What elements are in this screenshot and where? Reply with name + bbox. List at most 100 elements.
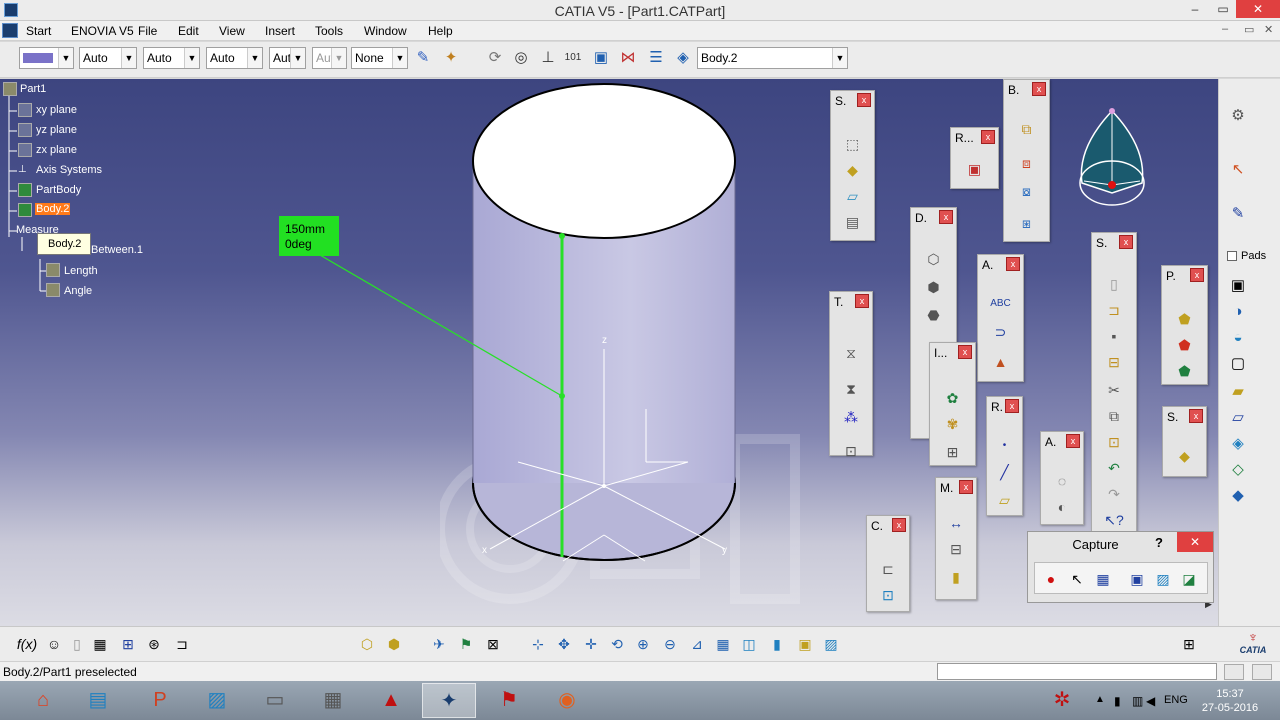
rib-icon[interactable]: ◒: [1227, 327, 1249, 349]
render-mode-icon[interactable]: ▨: [820, 633, 842, 655]
axis-system-icon[interactable]: ⊥: [18, 164, 27, 175]
panel-s3[interactable]: S. x ◆: [1162, 406, 1207, 477]
panel-a1[interactable]: A. x ABC ⊃ ▲: [977, 254, 1024, 382]
refresh-icon[interactable]: ⟳: [484, 47, 506, 69]
plane-icon[interactable]: [18, 143, 32, 157]
menu-view[interactable]: View: [219, 24, 245, 38]
paste-icon[interactable]: ⊡: [1103, 431, 1125, 453]
draft-icon[interactable]: ⬣: [923, 304, 945, 326]
panel-m1[interactable]: M. x ↔ ⊟ ▮: [935, 477, 977, 600]
none-combo[interactable]: None ▼: [351, 47, 408, 69]
surface-icon[interactable]: ◆: [842, 159, 864, 181]
cut-icon[interactable]: ✂: [1103, 379, 1125, 401]
taskbar-calculator[interactable]: ▦: [306, 683, 360, 718]
swap-visible-icon[interactable]: ⬢: [383, 633, 405, 655]
rule-icon[interactable]: ▯: [66, 633, 88, 655]
catia-logo[interactable]: ♆ CATIA: [1230, 629, 1276, 659]
gear-icon[interactable]: ⚙: [1227, 105, 1249, 127]
knowledge-advisor-icon[interactable]: ⊛: [143, 633, 165, 655]
zoom-in-icon[interactable]: ⊕: [632, 633, 654, 655]
length-icon[interactable]: [46, 263, 60, 277]
panel-s1[interactable]: S. x ⬚ ◆ ▱ ▤: [830, 90, 875, 241]
split-icon[interactable]: ◇: [1227, 459, 1249, 481]
restore-button[interactable]: ▭: [1210, 0, 1236, 18]
constraint-defined-icon[interactable]: ⊡: [877, 584, 899, 606]
tree-expand-icon[interactable]: ⊞: [117, 633, 139, 655]
panel-close-button[interactable]: x: [1190, 268, 1204, 282]
rotate-icon[interactable]: ✛: [580, 633, 602, 655]
axis-icon[interactable]: ⊥: [537, 47, 559, 69]
snap-icon[interactable]: ⋈: [617, 47, 639, 69]
panel-r2[interactable]: R. x • ╱ ▱: [986, 396, 1023, 516]
pads-checkbox[interactable]: [1227, 251, 1237, 261]
close-button[interactable]: ✕: [1236, 0, 1280, 18]
workbench-icon[interactable]: ⊞: [1178, 633, 1200, 655]
plane-icon[interactable]: [18, 103, 32, 117]
insert-icon[interactable]: ✿: [942, 387, 964, 409]
pad-icon[interactable]: ▣: [1227, 275, 1249, 297]
fly-icon[interactable]: ✈: [428, 633, 450, 655]
taskbar-photos[interactable]: ▨: [190, 683, 244, 718]
panel-close-button[interactable]: x: [1119, 235, 1133, 249]
mirror-icon[interactable]: ⧗: [840, 378, 862, 400]
orbit-icon[interactable]: ⟲: [606, 633, 628, 655]
doc-close-button[interactable]: ✕: [1264, 23, 1273, 36]
boolean-remove-icon[interactable]: ⧈: [1016, 152, 1038, 174]
plane-icon[interactable]: [18, 123, 32, 137]
tree-item-yz-plane[interactable]: yz plane: [36, 124, 77, 136]
capture-options-icon[interactable]: ▦: [1091, 567, 1115, 591]
command-input[interactable]: [937, 663, 1217, 680]
line-type-combo[interactable]: Auto ▼: [143, 47, 200, 69]
select-icon[interactable]: ↖: [1227, 159, 1249, 181]
thickness-icon[interactable]: ◆: [1227, 485, 1249, 507]
plane-ref-icon[interactable]: ▱: [994, 489, 1016, 511]
doc-restore-button[interactable]: ▭: [1244, 23, 1254, 36]
surface-based-icon[interactable]: ◆: [1174, 445, 1196, 467]
walk-icon[interactable]: ⚑: [455, 633, 477, 655]
panel-close-button[interactable]: x: [959, 480, 973, 494]
panel-b1[interactable]: B. x ⧉ ⧈ ⧇ ⧆: [1003, 79, 1050, 242]
parameter-icon[interactable]: ⊐: [171, 633, 193, 655]
panel-close-button[interactable]: x: [958, 345, 972, 359]
whats-this-icon[interactable]: ↖?: [1103, 509, 1125, 531]
taskbar-acrobat[interactable]: ⚑: [482, 683, 536, 718]
layers-icon[interactable]: ◈: [672, 47, 694, 69]
clock[interactable]: 15:37 27-05-2016: [1200, 687, 1260, 715]
loft-icon[interactable]: ▱: [1227, 407, 1249, 429]
panel-r1[interactable]: R... x ▣: [950, 127, 999, 189]
normal-to-icon[interactable]: ⊿: [686, 633, 708, 655]
hide-show-icon[interactable]: ⬡: [356, 633, 378, 655]
knowledge-icon[interactable]: ☺: [43, 633, 65, 655]
tree-item-between1[interactable]: Between.1: [91, 244, 143, 256]
iso-view-icon[interactable]: ◫: [738, 633, 760, 655]
measure-item-icon[interactable]: ⊟: [945, 538, 967, 560]
doc-minimize-button[interactable]: –: [1222, 23, 1228, 35]
pocket-icon[interactable]: ⬟: [1174, 308, 1196, 330]
solid-combine-icon[interactable]: ◈: [1227, 433, 1249, 455]
slot-icon[interactable]: ▤: [842, 211, 864, 233]
groove-icon[interactable]: ▢: [1227, 353, 1249, 375]
panel-close-button[interactable]: x: [1066, 434, 1080, 448]
select-mode-icon[interactable]: ↖: [1065, 567, 1089, 591]
tray-arrow-icon[interactable]: ▲: [1095, 694, 1105, 705]
capture-help-button[interactable]: ?: [1155, 535, 1163, 550]
partbody-icon[interactable]: [18, 183, 32, 197]
tree-item-axis-systems[interactable]: Axis Systems: [36, 164, 102, 176]
document-icon[interactable]: [2, 23, 18, 38]
solid-icon[interactable]: ⬚: [842, 133, 864, 155]
record-icon[interactable]: ●: [1039, 567, 1063, 591]
current-body-combo[interactable]: Body.2 ▼: [697, 47, 848, 69]
shaft-icon[interactable]: ◑: [1227, 301, 1249, 323]
taskbar-explorer[interactable]: ▤: [71, 683, 125, 718]
pattern-icon[interactable]: ⁂: [840, 406, 862, 428]
panel-a2[interactable]: A. x ◌ ◐: [1040, 431, 1084, 525]
line-width-combo[interactable]: Auto ▼: [79, 47, 137, 69]
sketcher-icon[interactable]: ✎: [1227, 203, 1249, 225]
panel-s2[interactable]: S. x ▯ ⊐ ▪ ⊟ ✂ ⧉ ⊡ ↶ ↷ ↖?: [1091, 232, 1137, 534]
tree-item-partbody[interactable]: PartBody: [36, 184, 81, 196]
taskbar-autocad[interactable]: ▲: [364, 683, 418, 718]
panel-close-button[interactable]: x: [1006, 257, 1020, 271]
taskbar-recorder[interactable]: ✲: [1035, 683, 1089, 718]
thread-icon[interactable]: ⬟: [1174, 360, 1196, 382]
panel-close-button[interactable]: x: [857, 93, 871, 107]
